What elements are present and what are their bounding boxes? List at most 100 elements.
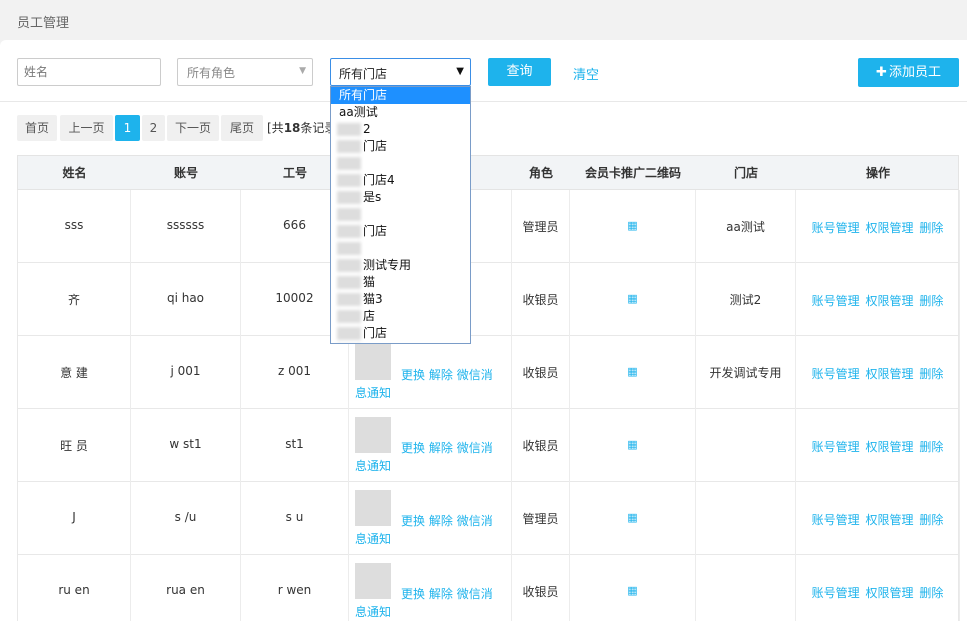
delete-link[interactable]: 删除 <box>919 513 943 527</box>
qr-cell: ▦ <box>570 190 696 263</box>
permission-manage-link[interactable]: 权限管理 <box>865 221 913 235</box>
store-option[interactable] <box>331 206 470 223</box>
wechat-msg-link-cont[interactable]: 息通知 <box>355 532 391 546</box>
wechat-msg-link[interactable]: 微信消 <box>457 514 493 528</box>
wechat-replace-link[interactable]: 更换 <box>401 514 425 528</box>
role-select[interactable]: 所有角色 ▼ <box>177 58 313 86</box>
store-option[interactable]: 测试专用 <box>331 257 470 274</box>
table-header: 姓名 账号 工号 微信 角色 会员卡推广二维码 门店 操作 <box>17 155 959 190</box>
qrcode-icon[interactable]: ▦ <box>570 365 695 378</box>
account-manage-link[interactable]: 账号管理 <box>812 440 860 454</box>
store-option[interactable]: 门店 <box>331 138 470 155</box>
employee-name: sss <box>64 218 84 232</box>
wechat-unbind-link[interactable]: 解除 <box>429 368 453 382</box>
permission-manage-link[interactable]: 权限管理 <box>865 586 913 600</box>
store-option[interactable] <box>331 155 470 172</box>
ops-cell: 账号管理 权限管理 删除 <box>796 555 960 621</box>
store-select[interactable]: 所有门店 ▼ <box>330 58 471 86</box>
employee-account: j 001 <box>170 364 201 378</box>
employee-role: 收银员 <box>522 439 559 453</box>
delete-link[interactable]: 删除 <box>919 440 943 454</box>
store-option[interactable]: 猫 <box>331 274 470 291</box>
name-input[interactable] <box>17 58 161 86</box>
wechat-msg-link[interactable]: 微信消 <box>457 587 493 601</box>
wechat-msg-link-cont[interactable]: 息通知 <box>355 386 391 400</box>
account-manage-link[interactable]: 账号管理 <box>812 586 860 600</box>
account-manage-link[interactable]: 账号管理 <box>812 367 860 381</box>
employee-store-cell <box>696 482 796 555</box>
employee-id: st1 <box>285 437 304 451</box>
qrcode-icon[interactable]: ▦ <box>570 584 695 597</box>
table-row: 旺 员w st1 st1 更换 解除 微信消 息通知 收银员 ▦ 账号管理 权限管理 删除 <box>17 409 960 482</box>
total-records: [共18条记录 <box>267 121 337 135</box>
delete-link[interactable]: 删除 <box>919 294 943 308</box>
employee-role: 收银员 <box>522 585 559 599</box>
add-employee-button[interactable]: ✚ 添加员工 <box>858 58 959 87</box>
wechat-msg-link[interactable]: 微信消 <box>457 441 493 455</box>
employee-id-cell: r wen <box>241 555 349 621</box>
employee-name-cell: J <box>18 482 131 555</box>
permission-manage-link[interactable]: 权限管理 <box>865 294 913 308</box>
store-option[interactable]: 门店4 <box>331 172 470 189</box>
wechat-msg-link[interactable]: 微信消 <box>457 368 493 382</box>
employee-account: s /u <box>174 510 197 524</box>
store-option[interactable]: 所有门店 <box>331 87 470 104</box>
chevron-down-icon: ▼ <box>456 66 464 77</box>
qrcode-icon[interactable]: ▦ <box>570 219 695 232</box>
page-header: 员工管理 <box>0 0 967 40</box>
employee-name-cell: 意 建 <box>18 336 131 409</box>
filter-bar: 所有角色 ▼ 所有门店 ▼ 查询 清空 ✚添加员工 <box>0 40 967 102</box>
wechat-replace-link[interactable]: 更换 <box>401 587 425 601</box>
delete-link[interactable]: 删除 <box>919 221 943 235</box>
delete-link[interactable]: 删除 <box>919 586 943 600</box>
qrcode-icon[interactable]: ▦ <box>570 438 695 451</box>
wechat-msg-link-cont[interactable]: 息通知 <box>355 459 391 473</box>
account-manage-link[interactable]: 账号管理 <box>812 513 860 527</box>
wechat-avatar <box>355 417 391 453</box>
employee-store-cell: 测试2 <box>696 263 796 336</box>
wechat-unbind-link[interactable]: 解除 <box>429 587 453 601</box>
permission-manage-link[interactable]: 权限管理 <box>865 367 913 381</box>
store-dropdown-list[interactable]: 所有门店aa测试2门店门店4是s门店测试专用猫猫3店门店测试 <box>330 86 471 344</box>
store-option[interactable]: 门店 <box>331 325 470 342</box>
employee-store: aa测试 <box>726 220 765 234</box>
wechat-replace-link[interactable]: 更换 <box>401 441 425 455</box>
delete-link[interactable]: 删除 <box>919 367 943 381</box>
page-prev[interactable]: 上一页 <box>60 115 113 141</box>
store-option[interactable]: 店 <box>331 308 470 325</box>
account-manage-link[interactable]: 账号管理 <box>812 294 860 308</box>
qrcode-icon[interactable]: ▦ <box>570 511 695 524</box>
col-account: 账号 <box>173 166 198 180</box>
permission-manage-link[interactable]: 权限管理 <box>865 513 913 527</box>
store-option[interactable]: 是s <box>331 189 470 206</box>
wechat-avatar <box>355 490 391 526</box>
employee-store-cell: aa测试 <box>696 190 796 263</box>
ops-cell: 账号管理 权限管理 删除 <box>796 482 960 555</box>
store-option[interactable]: aa测试 <box>331 104 470 121</box>
store-option[interactable]: 2 <box>331 121 470 138</box>
wechat-replace-link[interactable]: 更换 <box>401 368 425 382</box>
employee-account-cell: qi hao <box>131 263 241 336</box>
store-option[interactable]: 猫3 <box>331 291 470 308</box>
store-option[interactable] <box>331 240 470 257</box>
page-first[interactable]: 首页 <box>17 115 57 141</box>
employee-store-cell: 开发调试专用 <box>696 336 796 409</box>
page-1[interactable]: 1 <box>115 115 140 141</box>
permission-manage-link[interactable]: 权限管理 <box>865 440 913 454</box>
page-2[interactable]: 2 <box>142 115 165 141</box>
employee-role-cell: 收银员 <box>512 409 570 482</box>
store-option[interactable]: 门店 <box>331 223 470 240</box>
store-option[interactable]: 测试 <box>331 342 470 343</box>
wechat-unbind-link[interactable]: 解除 <box>429 514 453 528</box>
query-button[interactable]: 查询 <box>488 58 551 86</box>
account-manage-link[interactable]: 账号管理 <box>812 221 860 235</box>
clear-link[interactable]: 清空 <box>573 64 599 83</box>
employee-role-cell: 收银员 <box>512 263 570 336</box>
qr-cell: ▦ <box>570 482 696 555</box>
page-next[interactable]: 下一页 <box>167 115 219 141</box>
qrcode-icon[interactable]: ▦ <box>570 292 695 305</box>
employee-store: 开发调试专用 <box>709 366 782 380</box>
wechat-msg-link-cont[interactable]: 息通知 <box>355 605 391 619</box>
page-last[interactable]: 尾页 <box>221 115 263 141</box>
wechat-unbind-link[interactable]: 解除 <box>429 441 453 455</box>
